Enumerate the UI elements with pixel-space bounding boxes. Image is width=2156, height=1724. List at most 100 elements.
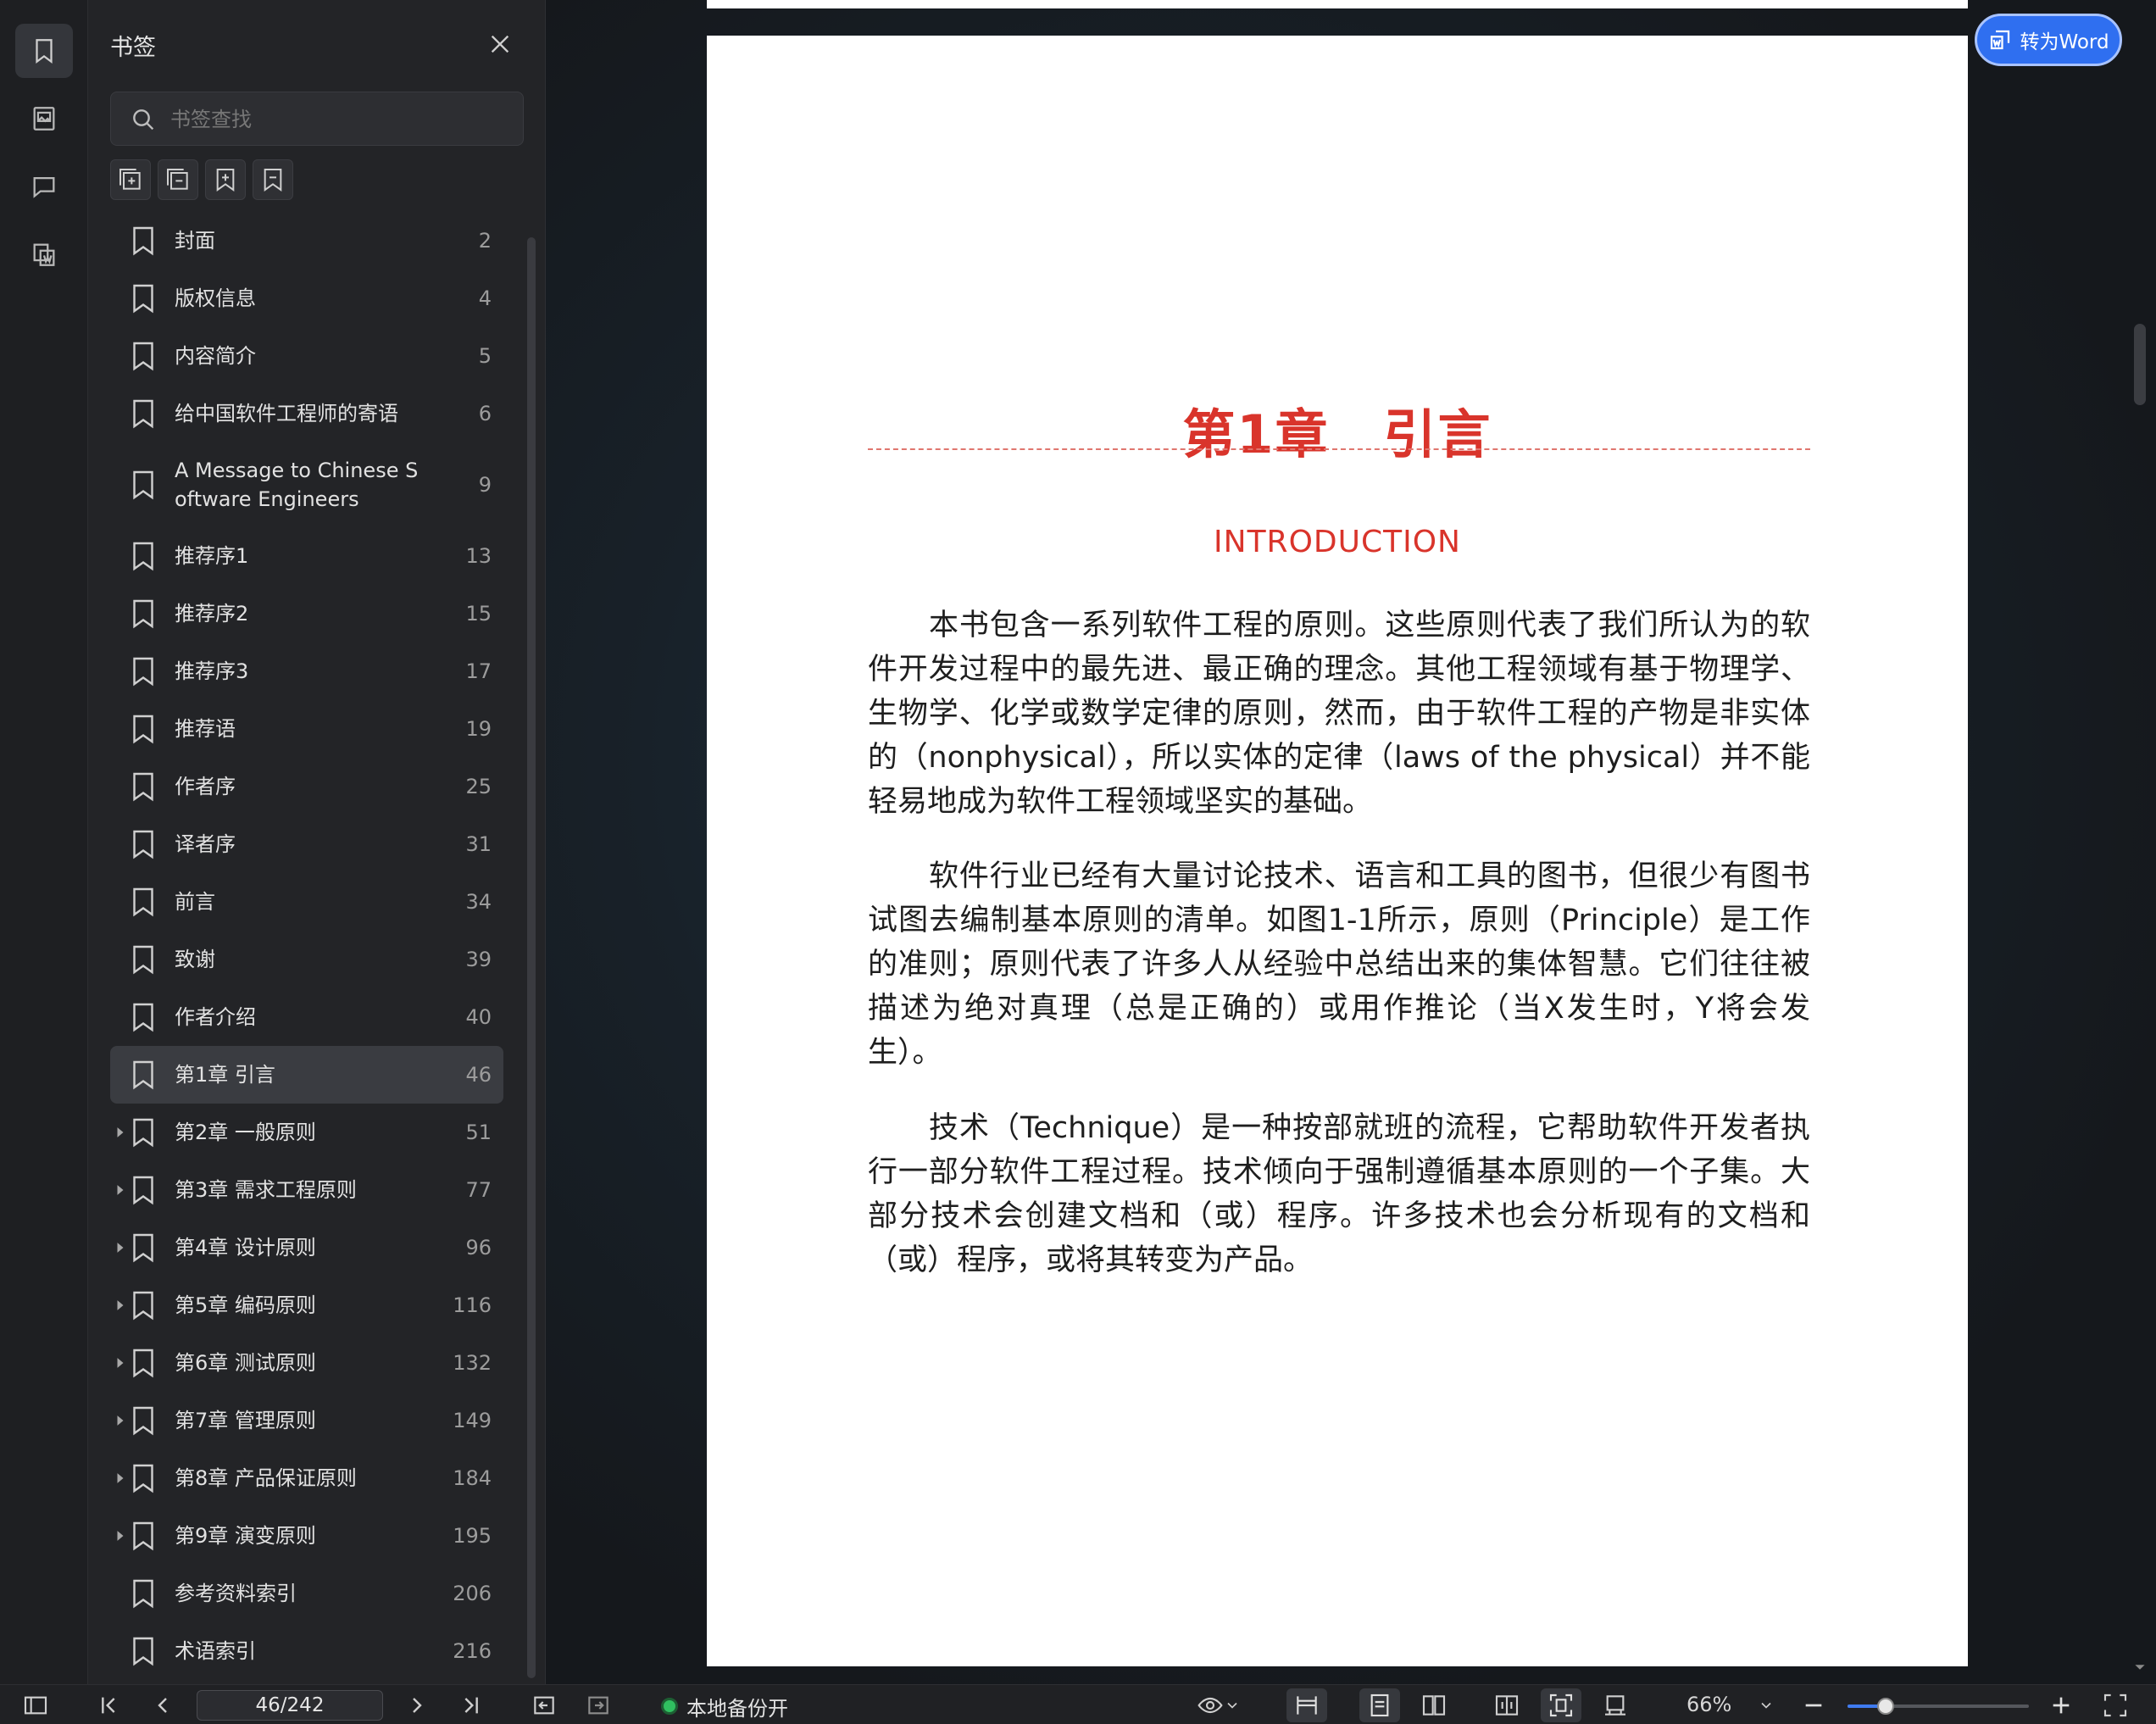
- rotate-icon[interactable]: [1602, 1692, 1629, 1719]
- bookmark-panel-button[interactable]: [15, 24, 73, 78]
- bookmark-item[interactable]: 推荐序2 15: [110, 585, 503, 642]
- bookmark-page-number: 2: [478, 229, 492, 253]
- bookmark-item[interactable]: 译者序 31: [110, 815, 503, 873]
- bookmark-item[interactable]: 作者介绍 40: [110, 988, 503, 1046]
- extract-panel-button[interactable]: [15, 227, 73, 281]
- bookmark-icon: [133, 1233, 153, 1263]
- bookmark-page-number: 6: [478, 402, 492, 425]
- bookmark-item[interactable]: A Message to Chinese Software Engineers 9: [110, 442, 503, 527]
- document-viewport[interactable]: 第1章 引言 INTRODUCTION 本书包含一系列软件工程的原则。这些原则代…: [546, 0, 2156, 1684]
- bookmark-item[interactable]: 第7章 管理原则 149: [110, 1392, 503, 1449]
- bookmark-item[interactable]: 第9章 演变原则 195: [110, 1507, 503, 1565]
- expand-arrow-icon[interactable]: [115, 1126, 125, 1138]
- fit-page-icon[interactable]: [1548, 1692, 1575, 1719]
- search-input[interactable]: [170, 101, 509, 138]
- book-mode-icon[interactable]: [1493, 1692, 1520, 1719]
- bookmark-item[interactable]: 版权信息 4: [110, 270, 503, 327]
- zoom-slider-handle[interactable]: [1876, 1698, 1894, 1715]
- convert-to-word-button[interactable]: 转为Word: [1975, 14, 2122, 66]
- expand-arrow-icon[interactable]: [115, 1415, 125, 1426]
- expand-arrow-icon[interactable]: [115, 1299, 125, 1311]
- bookmark-icon: [133, 887, 153, 917]
- bookmark-label: 版权信息: [175, 286, 256, 310]
- bookmark-item[interactable]: 第2章 一般原则 51: [110, 1104, 503, 1161]
- bookmark-icon: [133, 399, 153, 429]
- last-page-icon[interactable]: [458, 1692, 485, 1719]
- fit-width-icon[interactable]: [1293, 1692, 1320, 1719]
- bookmark-list: 封面 2 版权信息 4 内容简介 5 给中国软件工程师的寄语 6 A Message to Ch…: [110, 212, 503, 1680]
- word-convert-icon: [1991, 30, 2010, 50]
- zoom-slider[interactable]: [1848, 1698, 2029, 1715]
- bookmark-item[interactable]: 推荐序1 13: [110, 527, 503, 585]
- bookmark-item[interactable]: 作者序 25: [110, 758, 503, 815]
- close-icon[interactable]: [486, 31, 514, 58]
- comment-panel-button[interactable]: [15, 159, 73, 214]
- panel-scrollbar[interactable]: [527, 237, 536, 1678]
- document-page[interactable]: 第1章 引言 INTRODUCTION 本书包含一系列软件工程的原则。这些原则代…: [707, 36, 1968, 1666]
- bookmark-label: 第6章 测试原则: [175, 1351, 316, 1375]
- bookmark-item[interactable]: 第4章 设计原则 96: [110, 1219, 503, 1276]
- bookmark-page-number: 34: [465, 890, 492, 914]
- bookmark-label: 第3章 需求工程原则: [175, 1178, 357, 1202]
- expand-all-button[interactable]: [110, 159, 151, 200]
- zoom-level[interactable]: 66%: [1686, 1693, 1731, 1716]
- status-bar: 46/242 本地备份开 66%: [0, 1684, 2156, 1724]
- scroll-down-arrow-icon[interactable]: [2134, 1661, 2146, 1673]
- bookmark-page-number: 40: [465, 1005, 492, 1029]
- bookmark-page-number: 216: [453, 1639, 492, 1663]
- toggle-sidebar-icon[interactable]: [22, 1692, 49, 1719]
- expand-arrow-icon[interactable]: [115, 1472, 125, 1484]
- bookmark-label: 封面: [175, 229, 215, 253]
- expand-arrow-icon[interactable]: [115, 1357, 125, 1369]
- bookmark-item[interactable]: 前言 34: [110, 873, 503, 931]
- fullscreen-icon[interactable]: [2102, 1692, 2129, 1719]
- bookmark-item[interactable]: 致谢 39: [110, 931, 503, 988]
- page-number-input[interactable]: 46/242: [197, 1690, 383, 1721]
- paragraph: 软件行业已经有大量讨论技术、语言和工具的图书，但很少有图书试图去编制基本原则的清…: [868, 859, 1810, 1070]
- eye-icon[interactable]: [1197, 1692, 1224, 1719]
- bookmark-item[interactable]: 第6章 测试原则 132: [110, 1334, 503, 1392]
- go-back-icon[interactable]: [531, 1692, 558, 1719]
- previous-page-icon[interactable]: [149, 1692, 176, 1719]
- collapse-all-button[interactable]: [158, 159, 198, 200]
- thumbnail-panel-button[interactable]: [15, 92, 73, 146]
- bookmark-item[interactable]: 参考资料索引 206: [110, 1565, 503, 1622]
- bookmark-page-number: 15: [465, 602, 492, 626]
- bookmark-item[interactable]: 封面 2: [110, 212, 503, 270]
- bookmark-item[interactable]: 术语索引 216: [110, 1622, 503, 1680]
- backup-status-label[interactable]: 本地备份开: [686, 1692, 788, 1721]
- bookmark-page-number: 206: [453, 1582, 492, 1605]
- document-convert-icon: [33, 243, 55, 266]
- zoom-dropdown-icon[interactable]: [1758, 1692, 1775, 1719]
- chevron-down-icon[interactable]: [1224, 1692, 1241, 1719]
- zoom-out-icon[interactable]: [1800, 1692, 1827, 1719]
- expand-arrow-icon[interactable]: [115, 1242, 125, 1254]
- expand-arrow-icon[interactable]: [115, 1530, 125, 1542]
- zoom-in-icon[interactable]: [2048, 1692, 2075, 1719]
- bookmark-icon: [133, 1349, 153, 1378]
- previous-page-edge: [707, 0, 1968, 8]
- next-page-icon[interactable]: [403, 1692, 431, 1719]
- bookmark-page-number: 149: [453, 1409, 492, 1432]
- bookmark-item[interactable]: 第3章 需求工程原则 77: [110, 1161, 503, 1219]
- bookmark-item[interactable]: 第5章 编码原则 116: [110, 1276, 503, 1334]
- bookmark-icon: [133, 657, 153, 687]
- paragraph: 技术（Technique）是一种按部就班的流程，它帮助软件开发者执行一部分软件工…: [868, 1111, 1810, 1277]
- bookmark-item[interactable]: 内容简介 5: [110, 327, 503, 385]
- double-page-icon[interactable]: [1420, 1692, 1448, 1719]
- go-forward-icon[interactable]: [585, 1692, 612, 1719]
- bookmark-item[interactable]: 推荐语 19: [110, 700, 503, 758]
- delete-bookmark-button[interactable]: [253, 159, 293, 200]
- expand-arrow-icon[interactable]: [115, 1184, 125, 1196]
- backup-status-dot: [661, 1698, 678, 1715]
- bookmark-page-number: 46: [465, 1063, 492, 1087]
- bookmark-item[interactable]: 推荐序3 17: [110, 642, 503, 700]
- document-scrollbar[interactable]: [2134, 324, 2146, 405]
- bookmark-item[interactable]: 给中国软件工程师的寄语 6: [110, 385, 503, 442]
- single-page-icon[interactable]: [1366, 1692, 1393, 1719]
- add-bookmark-button[interactable]: [205, 159, 246, 200]
- first-page-icon[interactable]: [95, 1692, 122, 1719]
- bookmark-item[interactable]: 第8章 产品保证原则 184: [110, 1449, 503, 1507]
- bookmark-icon: [36, 39, 53, 64]
- bookmark-item[interactable]: 第1章 引言 46: [110, 1046, 503, 1104]
